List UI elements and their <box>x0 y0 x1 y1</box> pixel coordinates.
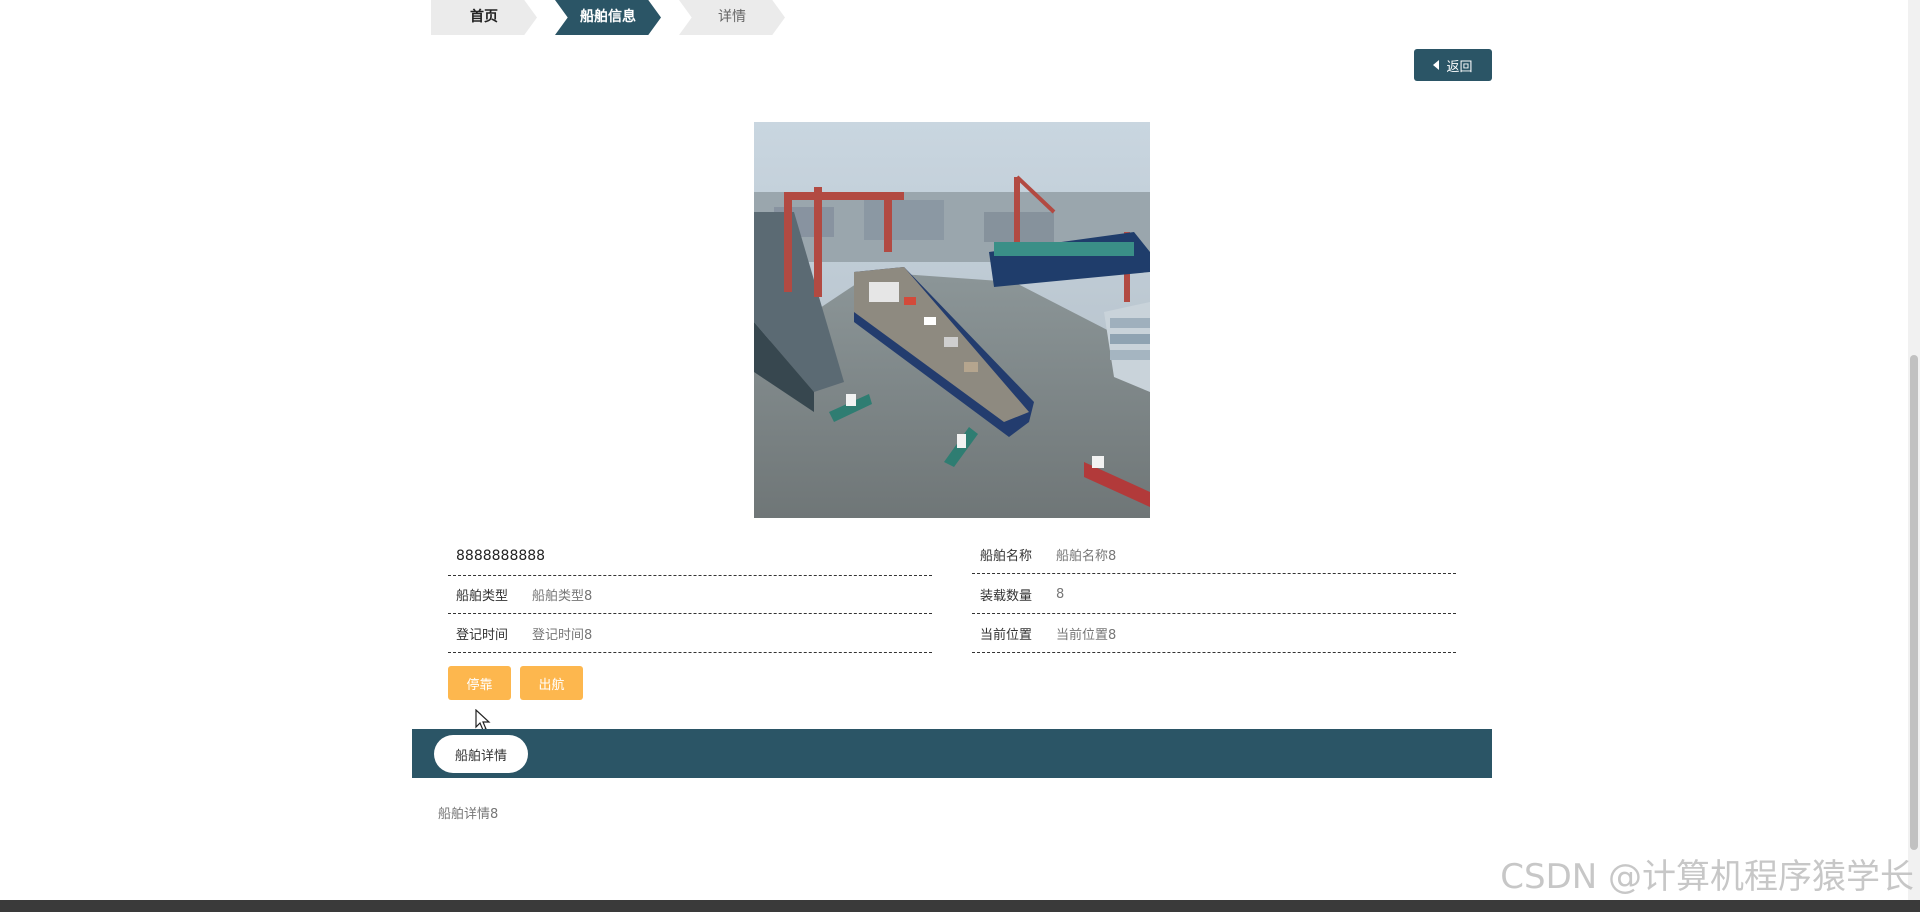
ship-type-label: 船舶类型 <box>456 588 509 604</box>
back-button[interactable]: 返回 <box>1414 49 1492 81</box>
mouse-cursor-icon <box>475 709 491 731</box>
detail-tab-bar: 船舶详情 <box>412 729 1492 778</box>
caret-left-icon <box>1433 60 1440 70</box>
register-time-row: 登记时间 登记时间8 <box>448 614 932 653</box>
breadcrumb: 首页 船舶信息 详情 <box>431 0 803 35</box>
ship-id-value: 8888888888 <box>456 548 546 564</box>
current-location-row: 当前位置 当前位置8 <box>972 614 1456 653</box>
load-count-label: 装载数量 <box>980 588 1033 604</box>
ship-type-value: 船舶类型8 <box>532 588 593 604</box>
ship-name-value: 船舶名称8 <box>1056 548 1117 564</box>
load-count-value: 8 <box>1056 586 1065 602</box>
tab-ship-detail[interactable]: 船舶详情 <box>434 735 528 773</box>
back-button-label: 返回 <box>1446 59 1473 75</box>
page: 首页 船舶信息 详情 返回 8888888888 船舶类型 船舶类型8 登记时间… <box>0 0 1920 912</box>
load-count-row: 装载数量 8 <box>972 575 1456 614</box>
current-location-label: 当前位置 <box>980 627 1033 643</box>
footer-bar <box>0 900 1920 912</box>
depart-button[interactable]: 出航 <box>520 666 583 700</box>
ship-detail-content: 船舶详情8 <box>438 807 499 822</box>
breadcrumb-ship-info[interactable]: 船舶信息 <box>555 0 661 35</box>
scrollbar-thumb[interactable] <box>1910 355 1918 850</box>
ship-id-row: 8888888888 <box>448 537 932 576</box>
ship-photo <box>754 122 1150 518</box>
breadcrumb-detail[interactable]: 详情 <box>679 0 785 35</box>
current-location-value: 当前位置8 <box>1056 627 1117 643</box>
register-time-value: 登记时间8 <box>532 627 593 643</box>
register-time-label: 登记时间 <box>456 627 509 643</box>
watermark: CSDN @计算机程序猿学长 <box>1500 857 1914 897</box>
ship-name-row: 船舶名称 船舶名称8 <box>972 535 1456 574</box>
ship-type-row: 船舶类型 船舶类型8 <box>448 575 932 614</box>
dock-button[interactable]: 停靠 <box>448 666 511 700</box>
ship-name-label: 船舶名称 <box>980 548 1033 564</box>
breadcrumb-home[interactable]: 首页 <box>431 0 537 35</box>
